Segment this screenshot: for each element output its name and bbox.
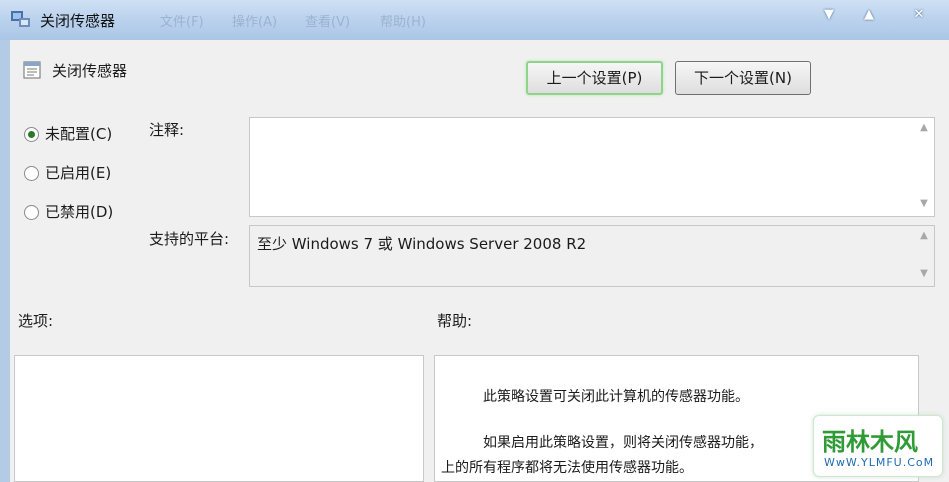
help-label: 帮助: <box>437 312 473 330</box>
not-configured-option[interactable]: 未配置(C) <box>24 123 112 145</box>
window-frame <box>0 40 10 482</box>
menu-file[interactable]: 文件(F) <box>160 11 204 30</box>
previous-setting-button[interactable]: 上一个设置(P) <box>526 61 663 95</box>
radio-label: 已启用(E) <box>45 164 112 182</box>
scroll-up-icon[interactable]: ▲ <box>917 122 931 136</box>
help-paragraph-2-line-1: 如果启用此策略设置，则将关闭传感器功能， <box>483 435 763 451</box>
help-paragraph-1: 此策略设置可关闭此计算机的传感器功能。 <box>483 389 749 405</box>
next-setting-button[interactable]: 下一个设置(N) <box>675 61 811 95</box>
scroll-down-icon[interactable]: ▼ <box>917 268 931 282</box>
comment-textarea[interactable]: ▲ ▼ <box>249 117 935 217</box>
platform-value: 至少 Windows 7 或 Windows Server 2008 R2 <box>257 235 587 253</box>
comment-label: 注释: <box>149 121 185 139</box>
maximize-button[interactable]: ▲ <box>855 4 883 26</box>
group-policy-icon <box>11 11 30 27</box>
platform-label: 支持的平台: <box>149 230 230 248</box>
scroll-down-icon[interactable]: ▼ <box>917 198 931 212</box>
help-paragraph-2-line-2: 上的所有程序都将无法使用传感器功能。 <box>441 460 693 476</box>
options-label: 选项: <box>18 312 54 330</box>
disabled-option[interactable]: 已禁用(D) <box>24 201 113 223</box>
policy-setting-icon <box>23 61 41 79</box>
title-bar[interactable]: 关闭传感器 文件(F) 操作(A) 查看(V) 帮助(H) ▼ ▲ ✕ <box>0 0 949 41</box>
radio-button[interactable] <box>24 166 39 181</box>
menu-view[interactable]: 查看(V) <box>305 11 350 30</box>
radio-label: 已禁用(D) <box>45 203 114 221</box>
menu-action[interactable]: 操作(A) <box>232 11 277 30</box>
minimize-button[interactable]: ▼ <box>815 4 843 26</box>
watermark-logo: 雨林木风 WwW.YLMFU.CoM <box>813 415 943 477</box>
radio-button[interactable] <box>24 205 39 220</box>
menu-help[interactable]: 帮助(H) <box>380 11 426 30</box>
watermark-text: 雨林木风 <box>822 428 918 456</box>
close-button[interactable]: ✕ <box>905 4 933 26</box>
radio-button[interactable] <box>24 127 39 142</box>
policy-name: 关闭传感器 <box>52 62 128 80</box>
scroll-up-icon[interactable]: ▲ <box>917 230 931 244</box>
watermark-url: WwW.YLMFU.CoM <box>824 456 935 469</box>
window-title: 关闭传感器 <box>40 12 116 30</box>
options-pane[interactable] <box>14 355 424 482</box>
platform-box: 至少 Windows 7 或 Windows Server 2008 R2 ▲ … <box>249 225 935 287</box>
enabled-option[interactable]: 已启用(E) <box>24 162 111 184</box>
radio-label: 未配置(C) <box>45 125 113 143</box>
